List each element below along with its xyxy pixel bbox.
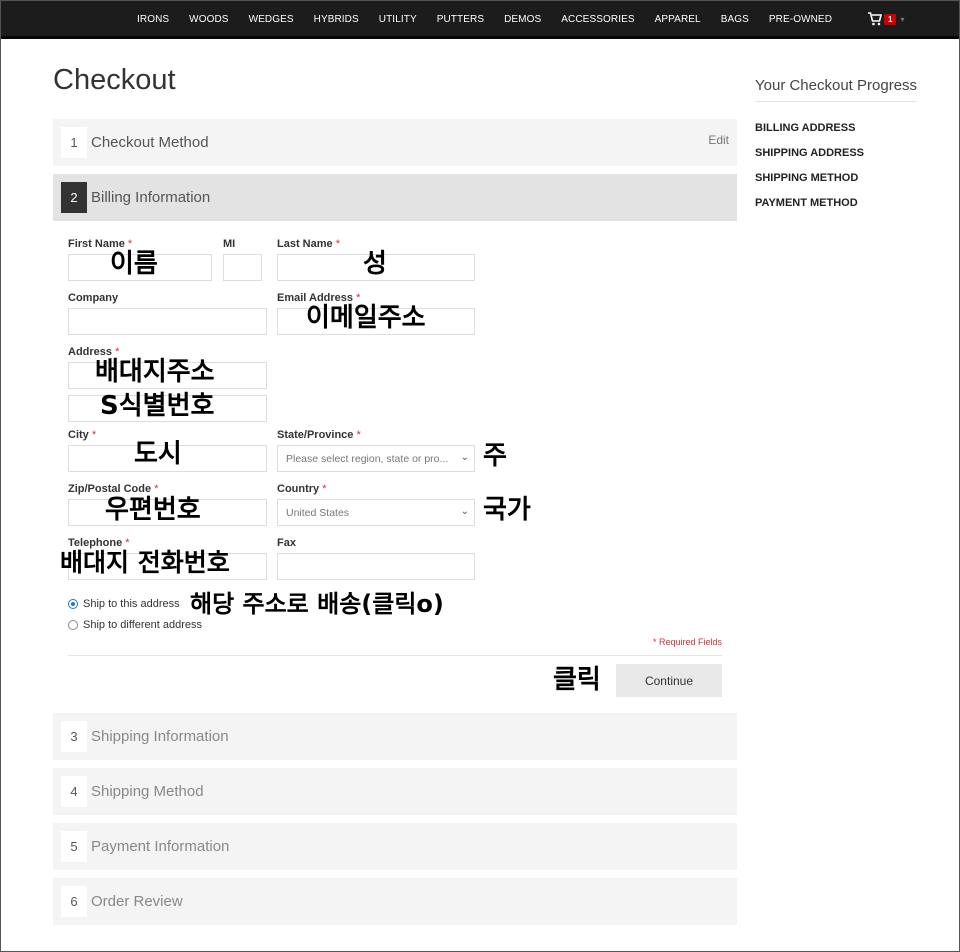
nav-item-demos[interactable]: DEMOS [494, 14, 551, 25]
mi-label: MI [223, 238, 236, 250]
step-number: 1 [61, 127, 87, 158]
annotation-last-name: 성 [363, 249, 387, 279]
city-label: City * [68, 429, 97, 441]
ship-to-this-address-option[interactable]: Ship to this address [68, 598, 180, 610]
nav-item-bags[interactable]: BAGS [711, 14, 759, 25]
step-payment-information: 5 Payment Information [53, 823, 737, 870]
page-title: Checkout [53, 64, 176, 96]
annotation-address1: 배대지주소 [95, 357, 215, 387]
step-checkout-method[interactable]: 1 Checkout Method Edit [53, 119, 737, 166]
nav-item-putters[interactable]: PUTTERS [427, 14, 494, 25]
annotation-ship-option: 해당 주소로 배송(클릭o) [190, 590, 444, 618]
radio-selected-icon[interactable] [68, 599, 78, 609]
zip-label: Zip/Postal Code * [68, 483, 159, 495]
chevron-down-icon: ⌄ [460, 452, 469, 463]
state-select[interactable]: Please select region, state or pro... ⌄ [277, 445, 475, 472]
required-fields-note: * Required Fields [652, 637, 722, 647]
state-label: State/Province * [277, 429, 361, 441]
cart-icon [868, 12, 883, 26]
nav-item-pre-owned[interactable]: PRE-OWNED [759, 14, 842, 25]
continue-button[interactable]: Continue [616, 664, 722, 697]
step-number: 6 [61, 886, 87, 917]
ship-to-this-address-label: Ship to this address [83, 598, 180, 610]
step-number: 4 [61, 776, 87, 807]
step-number: 2 [61, 182, 87, 213]
cart-count-badge: 1 [884, 13, 897, 25]
step-number: 3 [61, 721, 87, 752]
ship-to-different-address-option[interactable]: Ship to different address [68, 619, 202, 631]
country-select[interactable]: United States ⌄ [277, 499, 475, 526]
nav-item-hybrids[interactable]: HYBRIDS [304, 14, 369, 25]
progress-item-billing-address: BILLING ADDRESS [755, 122, 856, 134]
step-shipping-method: 4 Shipping Method [53, 768, 737, 815]
checkout-progress-title: Your Checkout Progress [755, 77, 918, 94]
annotation-country: 국가 [483, 495, 531, 525]
company-input[interactable] [68, 308, 267, 335]
ship-to-different-address-label: Ship to different address [83, 619, 203, 631]
nav-item-utility[interactable]: UTILITY [369, 14, 427, 25]
sidebar-divider [755, 101, 917, 102]
step-title: Checkout Method [91, 134, 209, 151]
progress-item-shipping-address: SHIPPING ADDRESS [755, 147, 865, 159]
state-select-value: Please select region, state or pro... [286, 453, 449, 465]
nav-item-wedges[interactable]: WEDGES [239, 14, 304, 25]
step-title: Payment Information [91, 838, 230, 855]
step-title: Shipping Information [91, 728, 229, 745]
nav-item-woods[interactable]: WOODS [179, 14, 238, 25]
step-number: 5 [61, 831, 87, 862]
nav-item-accessories[interactable]: ACCESSORIES [551, 14, 644, 25]
progress-item-payment-method: PAYMENT METHOD [755, 197, 858, 209]
cart-button[interactable]: 1 ▾ [867, 11, 904, 27]
annotation-state: 주 [483, 441, 507, 471]
radio-unselected-icon[interactable] [68, 620, 78, 630]
annotation-continue: 클릭 [553, 665, 601, 695]
annotation-address2: S식별번호 [100, 391, 215, 421]
nav-item-apparel[interactable]: APPAREL [645, 14, 711, 25]
annotation-zip: 우편번호 [105, 495, 201, 525]
country-label: Country * [277, 483, 327, 495]
chevron-down-icon: ⌄ [460, 506, 469, 517]
step-title: Order Review [91, 893, 183, 910]
edit-link[interactable]: Edit [708, 133, 729, 147]
step-title: Shipping Method [91, 783, 204, 800]
annotation-city: 도시 [134, 439, 182, 469]
step-shipping-information: 3 Shipping Information [53, 713, 737, 760]
annotation-telephone: 배대지 전화번호 [60, 548, 230, 577]
country-select-value: United States [286, 507, 350, 519]
last-name-label: Last Name * [277, 238, 340, 250]
form-divider [68, 655, 722, 656]
top-nav: IRONS WOODS WEDGES HYBRIDS UTILITY PUTTE… [1, 1, 959, 39]
fax-label: Fax [277, 537, 296, 549]
chevron-down-icon: ▾ [900, 14, 905, 24]
mi-input[interactable] [223, 254, 262, 281]
step-order-review: 6 Order Review [53, 878, 737, 925]
company-label: Company [68, 292, 119, 304]
nav-item-irons[interactable]: IRONS [127, 14, 179, 25]
step-billing-information: 2 Billing Information [53, 174, 737, 221]
annotation-email: 이메일주소 [306, 303, 426, 333]
step-title: Billing Information [91, 189, 211, 206]
progress-item-shipping-method: SHIPPING METHOD [755, 172, 859, 184]
annotation-first-name: 이름 [110, 249, 158, 279]
nav-menu: IRONS WOODS WEDGES HYBRIDS UTILITY PUTTE… [127, 1, 842, 37]
fax-input[interactable] [277, 553, 475, 580]
